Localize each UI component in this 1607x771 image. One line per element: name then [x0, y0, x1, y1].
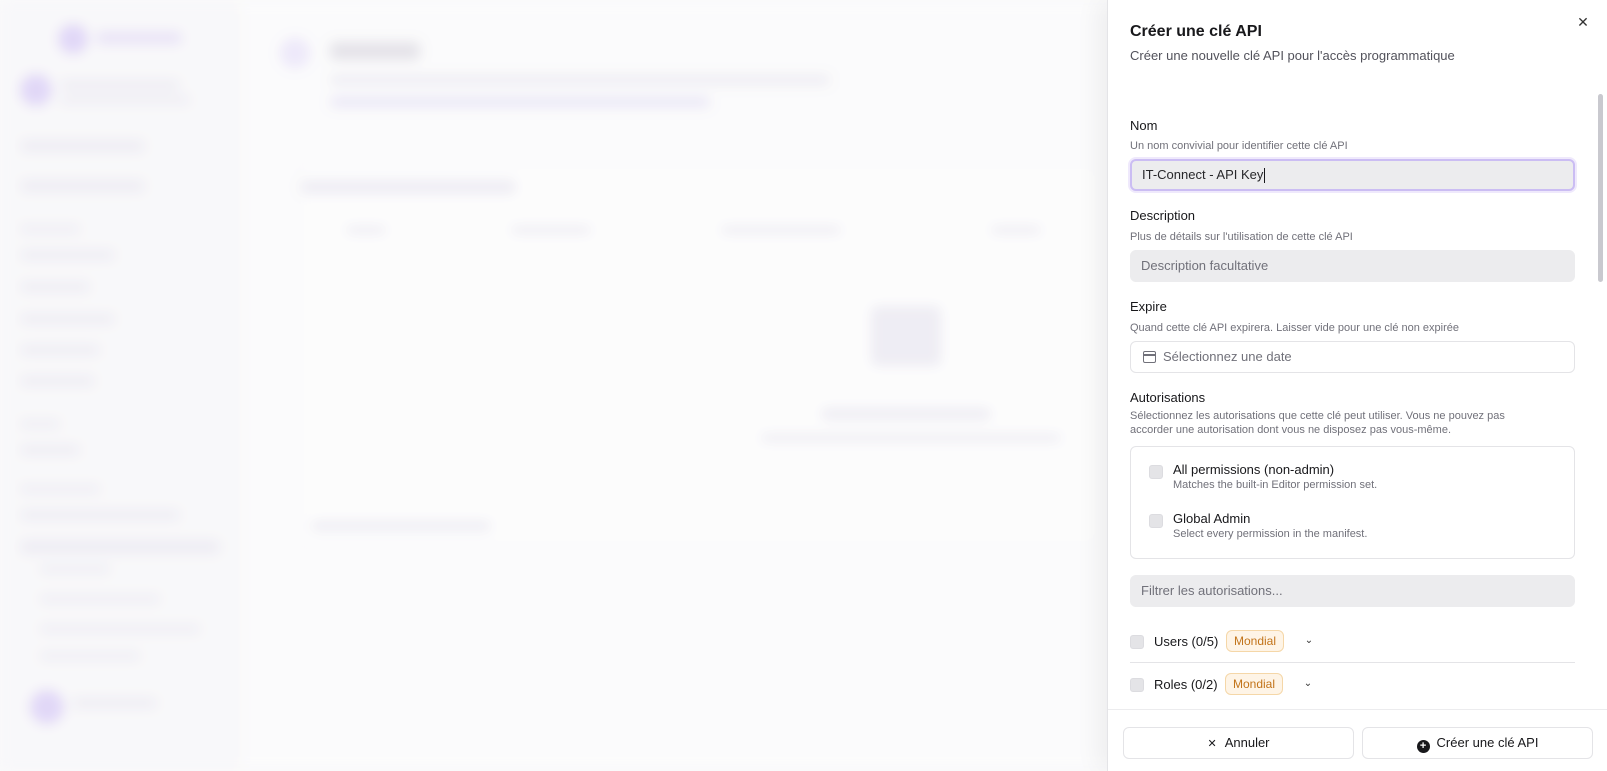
permissions-hint-line1: Sélectionnez les autorisations que cette…: [1130, 410, 1505, 422]
description-label: Description: [1130, 208, 1196, 223]
name-input-value: IT-Connect - API Key: [1142, 167, 1264, 182]
permission-group-roles[interactable]: Roles (0/2) Mondial ⌄: [1130, 670, 1575, 700]
description-input[interactable]: Description facultative: [1130, 250, 1575, 282]
preset-global-admin[interactable]: Global Admin Select every permission in …: [1149, 511, 1549, 547]
group-divider: [1130, 662, 1575, 663]
group-roles-checkbox[interactable]: [1130, 678, 1144, 692]
create-api-key-drawer: ✕ Créer une clé API Créer une nouvelle c…: [1107, 0, 1607, 771]
group-users-checkbox[interactable]: [1130, 635, 1144, 649]
name-hint: Un nom convivial pour identifier cette c…: [1130, 140, 1348, 152]
plus-circle-icon: +: [1416, 740, 1430, 753]
preset-all-permissions[interactable]: All permissions (non-admin) Matches the …: [1149, 462, 1549, 498]
drawer-subtitle: Créer une nouvelle clé API pour l'accès …: [1130, 48, 1455, 63]
scope-badge: Mondial: [1226, 630, 1285, 652]
preset-description: Matches the built-in Editor permission s…: [1173, 479, 1378, 491]
expires-date-picker[interactable]: Sélectionnez une date: [1130, 341, 1575, 373]
name-label: Nom: [1130, 118, 1158, 133]
create-api-key-button[interactable]: + Créer une clé API: [1362, 727, 1593, 759]
calendar-icon: [1143, 351, 1156, 363]
drawer-footer: ✕ Annuler + Créer une clé API: [1108, 709, 1607, 771]
chevron-down-icon[interactable]: ⌄: [1301, 677, 1315, 691]
create-button-label: Créer une clé API: [1436, 735, 1539, 750]
preset-name: Global Admin: [1173, 511, 1251, 526]
scope-badge: Mondial: [1225, 673, 1284, 695]
group-label: Roles (0/2): [1154, 677, 1218, 692]
permission-presets-box: All permissions (non-admin) Matches the …: [1130, 446, 1575, 559]
preset-all-permissions-checkbox[interactable]: [1149, 465, 1163, 479]
expires-label: Expire: [1130, 299, 1167, 314]
form-scroll-area: Nom Un nom convivial pour identifier cet…: [1108, 90, 1607, 710]
cancel-button[interactable]: ✕ Annuler: [1123, 727, 1354, 759]
drawer-title: Créer une clé API: [1130, 23, 1262, 40]
permission-group-users[interactable]: Users (0/5) Mondial ⌄: [1130, 627, 1575, 657]
chevron-down-icon[interactable]: ⌄: [1302, 634, 1316, 648]
text-caret: [1264, 168, 1266, 184]
permissions-filter-input[interactable]: Filtrer les autorisations...: [1130, 575, 1575, 607]
permissions-label: Autorisations: [1130, 390, 1206, 405]
description-hint: Plus de détails sur l'utilisation de cet…: [1130, 231, 1353, 243]
group-label: Users (0/5): [1154, 634, 1219, 649]
expires-hint: Quand cette clé API expirera. Laisser vi…: [1130, 322, 1459, 334]
cancel-button-label: Annuler: [1224, 735, 1270, 750]
close-icon: ✕: [1207, 737, 1217, 750]
close-icon[interactable]: ✕: [1573, 12, 1593, 32]
expires-placeholder: Sélectionnez une date: [1163, 349, 1292, 364]
permissions-hint-line2: accorder une autorisation dont vous ne d…: [1130, 424, 1452, 436]
preset-name: All permissions (non-admin): [1173, 462, 1335, 477]
preset-description: Select every permission in the manifest.: [1173, 528, 1368, 540]
name-input[interactable]: IT-Connect - API Key: [1130, 159, 1575, 191]
preset-global-admin-checkbox[interactable]: [1149, 514, 1163, 528]
